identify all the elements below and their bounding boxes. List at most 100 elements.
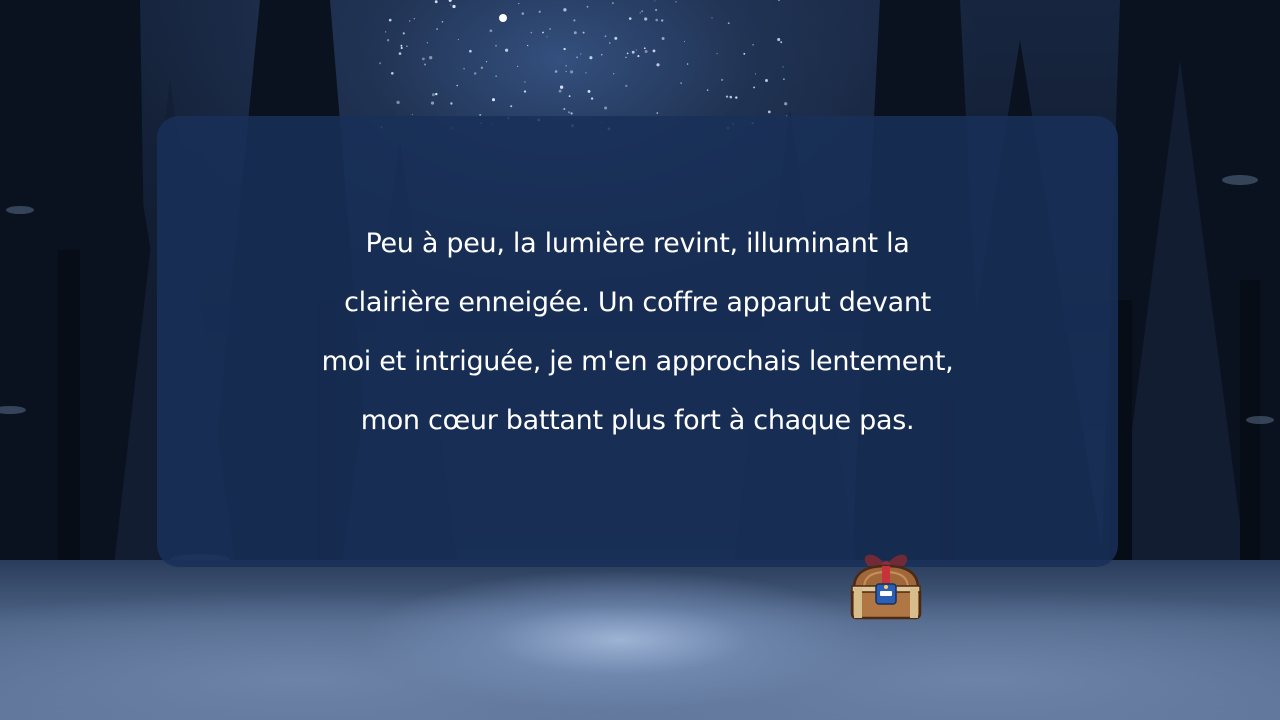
star (568, 95, 571, 98)
star (711, 17, 713, 19)
star (590, 97, 594, 100)
star (426, 42, 428, 44)
story-text: Peu à peu, la lumière revint, illuminant… (321, 228, 954, 436)
star (582, 31, 585, 34)
star (567, 111, 571, 114)
star (542, 31, 544, 34)
star (686, 63, 689, 65)
star (431, 93, 435, 97)
star (612, 2, 614, 4)
star (777, 37, 781, 42)
star (780, 41, 783, 44)
star (565, 65, 567, 67)
star (456, 84, 458, 87)
star (753, 86, 756, 89)
star (573, 19, 576, 22)
star (559, 85, 564, 89)
star (655, 18, 659, 22)
star (743, 52, 746, 55)
star (614, 36, 618, 40)
star (727, 22, 730, 25)
star (752, 44, 754, 46)
star (683, 41, 685, 43)
star (655, 8, 658, 12)
star (495, 44, 497, 47)
star (644, 17, 648, 21)
star (400, 46, 403, 50)
star (457, 38, 459, 41)
star (469, 49, 472, 53)
star (517, 65, 519, 67)
star (546, 36, 548, 38)
star (495, 75, 497, 77)
treasure-chest-icon (850, 554, 922, 620)
star (635, 49, 637, 51)
star (675, 1, 677, 3)
star (725, 95, 729, 98)
star (656, 63, 660, 67)
star (563, 47, 566, 51)
star (580, 53, 582, 55)
bright-star (499, 14, 507, 22)
star (485, 60, 488, 63)
star (680, 82, 682, 84)
star (754, 73, 757, 75)
star (589, 56, 593, 60)
star (400, 44, 403, 47)
star (639, 12, 641, 14)
star (413, 18, 415, 20)
star (570, 112, 573, 115)
snowy-ground (0, 560, 1280, 720)
star (586, 5, 589, 8)
star (563, 107, 566, 111)
star (573, 31, 577, 35)
star (563, 8, 567, 12)
star (473, 72, 477, 75)
star (510, 105, 513, 108)
star (644, 49, 648, 54)
star (778, 0, 780, 2)
star (661, 19, 664, 22)
star (463, 67, 465, 70)
star (656, 112, 659, 114)
star (782, 66, 784, 68)
star (480, 66, 484, 69)
star (604, 106, 608, 110)
star (430, 101, 435, 105)
star (434, 0, 438, 4)
star (398, 52, 402, 55)
star (388, 18, 392, 22)
star (390, 71, 394, 75)
star (524, 81, 526, 83)
star (448, 0, 452, 2)
star (491, 98, 496, 102)
star (604, 35, 607, 38)
star (396, 100, 400, 105)
star (406, 45, 408, 47)
story-card: Peu à peu, la lumière revint, illuminant… (157, 116, 1118, 567)
star (518, 3, 520, 5)
star (628, 17, 632, 20)
star (631, 50, 635, 54)
star (720, 78, 724, 82)
star (489, 29, 493, 33)
star (452, 4, 456, 9)
star (523, 90, 527, 93)
star (641, 10, 644, 13)
star (408, 20, 411, 22)
star (783, 78, 785, 81)
star (505, 48, 509, 52)
star (601, 54, 603, 56)
star (613, 73, 615, 75)
star (435, 92, 438, 96)
star (411, 113, 413, 116)
star (729, 95, 733, 99)
star (450, 4, 452, 6)
star (436, 28, 439, 31)
star (429, 56, 433, 60)
star (421, 57, 425, 61)
star (554, 70, 558, 73)
star (521, 12, 525, 15)
stars (379, 0, 788, 131)
star (441, 20, 444, 23)
